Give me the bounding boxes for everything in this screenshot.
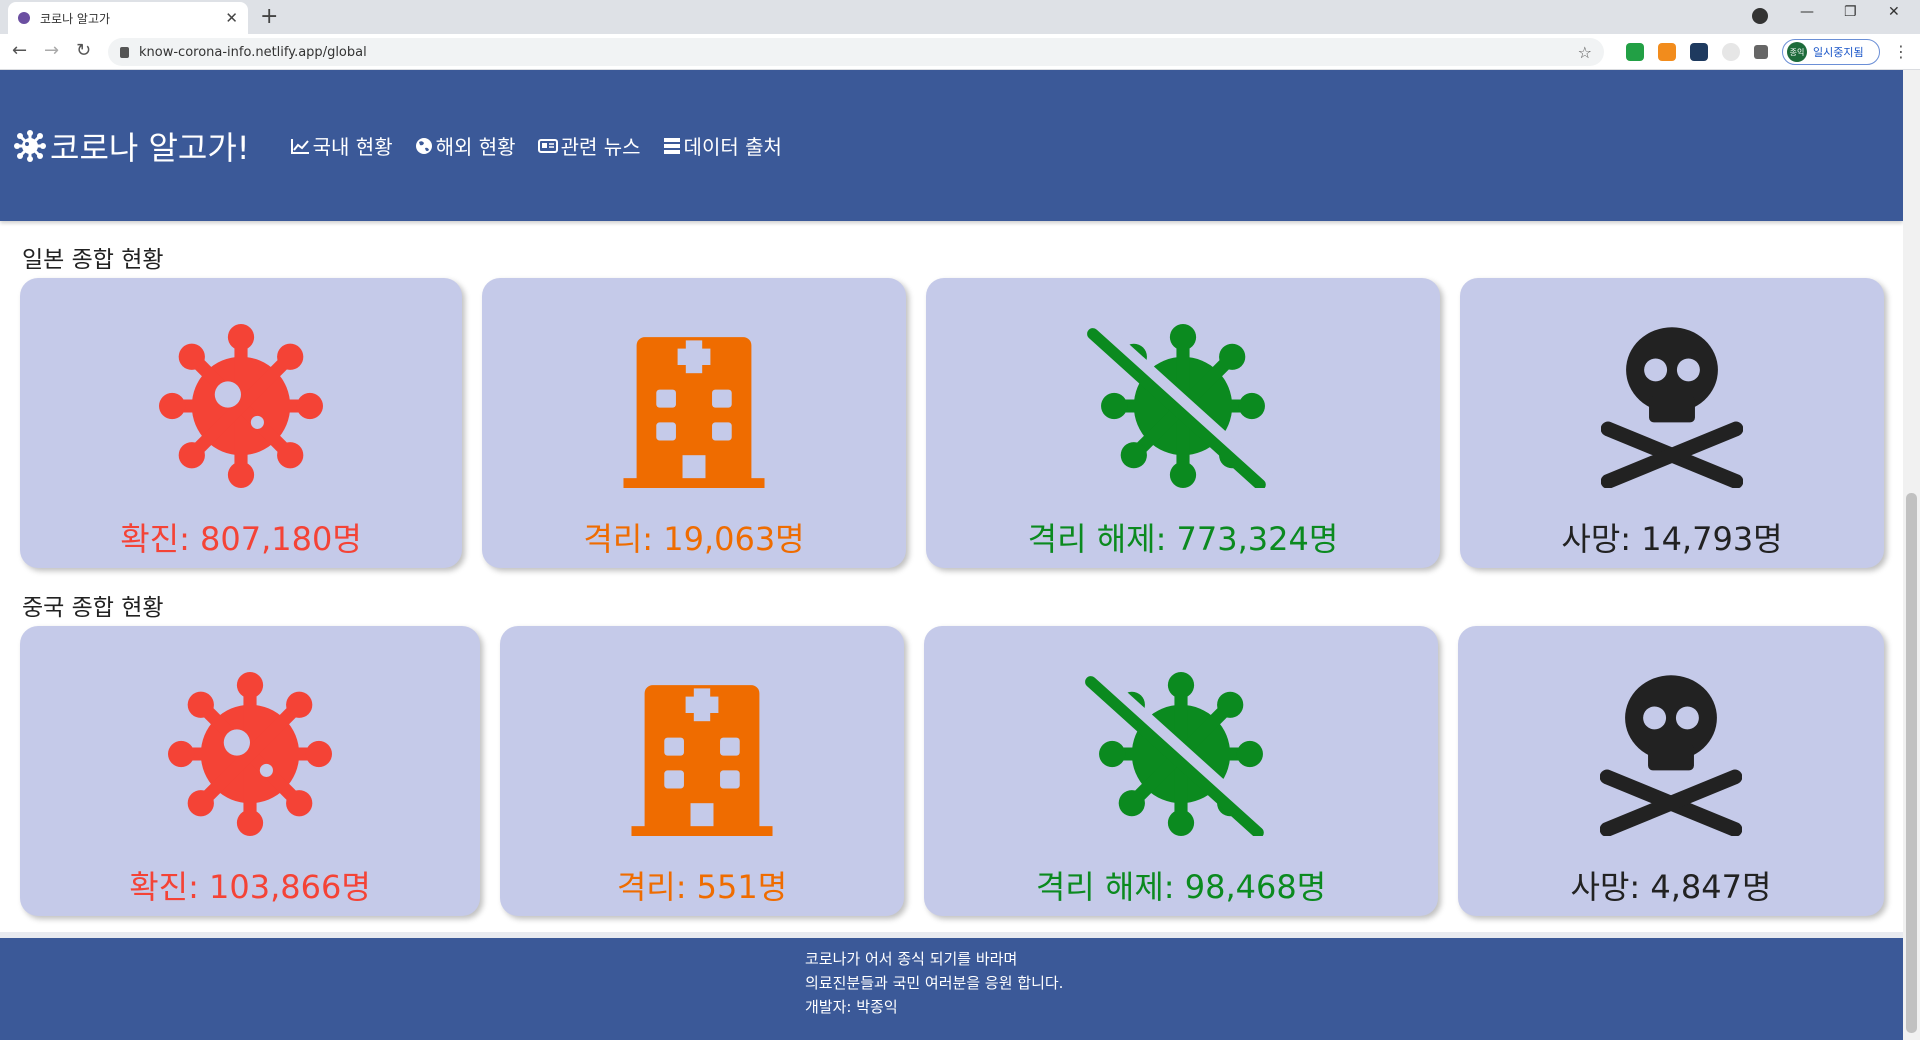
minimize-button[interactable]: — [1800, 4, 1814, 20]
nav-global-label: 해외 현황 [435, 135, 516, 159]
brand-title: 코로나 알고가! [50, 128, 250, 167]
released-count: 격리 해제: 98,468명 [1035, 868, 1327, 906]
extensions-puzzle-icon[interactable] [1754, 45, 1768, 59]
deaths-count: 사망: 4,847명 [1570, 868, 1772, 906]
card-isolated-china: 격리: 551명 [500, 626, 904, 916]
browser-toolbar: ← → ↻ know-corona-info.netlify.app/globa… [0, 34, 1920, 70]
extension-react-icon[interactable] [1690, 43, 1708, 61]
confirmed-count: 확진: 807,180명 [120, 520, 362, 558]
nav-domestic[interactable]: 국내 현황 [290, 131, 393, 160]
profile-button[interactable]: 종익 일시중지됨 [1782, 39, 1880, 65]
hospital-icon [623, 337, 765, 488]
virus-logo-icon [14, 129, 46, 162]
new-tab-button[interactable]: + [260, 4, 278, 29]
virus-slash-icon [1085, 672, 1272, 836]
address-bar[interactable]: know-corona-info.netlify.app/global ☆ [108, 38, 1604, 66]
reload-button[interactable]: ↻ [76, 40, 91, 61]
nav-news-label: 관련 뉴스 [560, 135, 641, 159]
card-isolated-japan: 격리: 19,063명 [482, 278, 906, 568]
url-text: know-corona-info.netlify.app/global [139, 44, 367, 60]
close-window-button[interactable]: ✕ [1888, 4, 1900, 20]
site-brand[interactable]: 코로나 알고가! [14, 123, 250, 169]
profile-status: 일시중지됨 [1813, 46, 1864, 59]
released-count: 격리 해제: 773,324명 [1027, 520, 1339, 558]
forward-button[interactable]: → [44, 40, 59, 61]
back-button[interactable]: ← [12, 40, 27, 61]
site-header: 코로나 알고가! 국내 현황 해외 현황 관련 뉴스 데이터 출처 [0, 70, 1903, 221]
extension-bag-icon[interactable] [1658, 43, 1676, 61]
nav-global[interactable]: 해외 현황 [415, 131, 516, 160]
card-confirmed-china: 확진: 103,866명 [20, 626, 480, 916]
chart-line-icon [290, 138, 309, 154]
confirmed-count: 확진: 103,866명 [129, 868, 371, 906]
card-released-japan: 격리 해제: 773,324명 [926, 278, 1440, 568]
page-viewport: 코로나 알고가! 국내 현황 해외 현황 관련 뉴스 데이터 출처 일본 종합 … [0, 70, 1903, 1040]
section-title-china: 중국 종합 현황 [22, 595, 164, 621]
scrollbar-thumb[interactable] [1906, 493, 1917, 1033]
nav-sources-label: 데이터 출처 [683, 135, 782, 159]
skull-crossbones-icon [1600, 675, 1742, 836]
nav-domestic-label: 국내 현황 [312, 135, 393, 159]
footer-line-3: 개발자: 박종익 [805, 998, 898, 1016]
section-title-japan: 일본 종합 현황 [22, 247, 164, 273]
lock-icon [120, 46, 129, 58]
globe-icon [415, 137, 432, 154]
newspaper-icon [537, 138, 558, 153]
isolated-count: 격리: 551명 [616, 868, 788, 906]
browser-menu-icon[interactable]: ⋮ [1893, 42, 1909, 61]
card-deaths-japan: 사망: 14,793명 [1460, 278, 1884, 568]
card-deaths-china: 사망: 4,847명 [1458, 626, 1884, 916]
site-footer: 코로나가 어서 종식 되기를 바라며 의료진분들과 국민 여러분을 응원 합니다… [0, 938, 1903, 1040]
tab-favicon-icon [18, 12, 30, 24]
virus-icon [159, 324, 323, 488]
nav-sources[interactable]: 데이터 출처 [663, 131, 782, 160]
tab-close-icon[interactable]: ✕ [225, 9, 238, 27]
card-released-china: 격리 해제: 98,468명 [924, 626, 1438, 916]
restore-button[interactable]: ❐ [1844, 4, 1857, 20]
footer-line-2: 의료진분들과 국민 여러분을 응원 합니다. [805, 974, 1064, 992]
virus-slash-icon [1087, 324, 1274, 488]
deaths-count: 사망: 14,793명 [1561, 520, 1783, 558]
server-icon [663, 137, 680, 154]
browser-tab[interactable]: 코로나 알고가 ✕ [8, 2, 248, 34]
skull-crossbones-icon [1601, 327, 1743, 488]
extension-shield-icon[interactable] [1626, 43, 1644, 61]
card-confirmed-japan: 확진: 807,180명 [20, 278, 462, 568]
hospital-icon [631, 685, 773, 836]
avatar: 종익 [1787, 42, 1807, 62]
isolated-count: 격리: 19,063명 [583, 520, 805, 558]
extension-clock-icon[interactable] [1722, 43, 1740, 61]
browser-tab-strip: 코로나 알고가 ✕ + — ❐ ✕ [0, 0, 1920, 34]
tab-title: 코로나 알고가 [40, 11, 111, 26]
tab-search-icon[interactable] [1752, 8, 1768, 24]
virus-icon [168, 672, 332, 836]
bookmark-star-icon[interactable]: ☆ [1578, 43, 1592, 62]
nav-news[interactable]: 관련 뉴스 [537, 131, 641, 160]
footer-line-1: 코로나가 어서 종식 되기를 바라며 [805, 950, 1018, 968]
